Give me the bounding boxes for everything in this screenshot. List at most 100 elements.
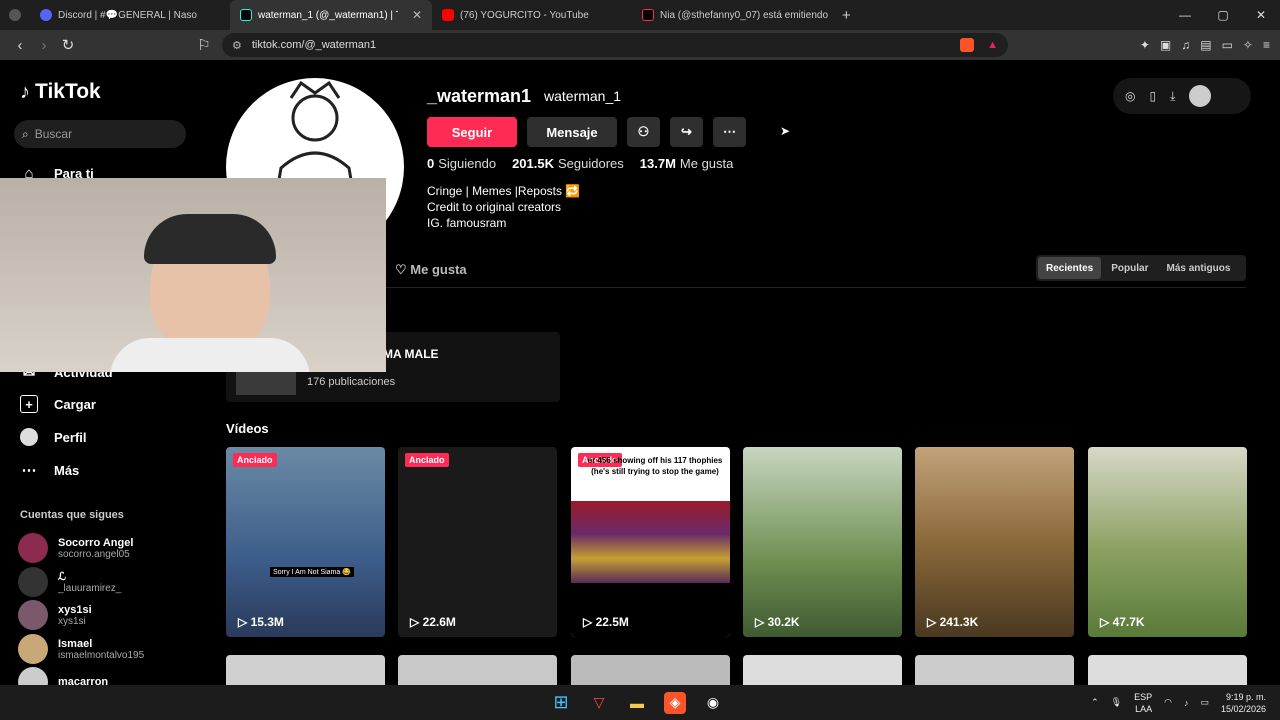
extensions-icon[interactable]: ✦ xyxy=(1140,38,1150,52)
nav-label: Cargar xyxy=(54,396,96,412)
file-explorer-icon[interactable]: ▬ xyxy=(626,692,648,714)
youtube-icon xyxy=(442,9,454,21)
language-indicator[interactable]: ESP LAA xyxy=(1134,691,1152,715)
avatar-icon xyxy=(20,428,38,446)
back-icon[interactable]: ‹ xyxy=(8,37,32,54)
compass-icon[interactable]: ◎ xyxy=(1125,89,1135,103)
more-options-button[interactable]: ⋯ xyxy=(713,117,746,147)
play-icon: ▷ xyxy=(583,615,593,629)
nav-more[interactable]: ⋯ Más xyxy=(20,461,80,479)
tab-tiktok[interactable]: waterman_1 (@_waterman1) | TikTok ✕ xyxy=(230,0,432,30)
video-card[interactable]: ▷ 47.7K xyxy=(1088,447,1247,637)
sidebar-toggle-icon[interactable]: ▤ xyxy=(1200,38,1211,52)
profile-display-name: waterman_1 xyxy=(544,88,622,104)
webcam-person-cap xyxy=(144,214,276,264)
nav-upload[interactable]: + Cargar xyxy=(20,395,96,413)
chevron-up-icon[interactable]: ⌃ xyxy=(1091,697,1099,708)
webcam-overlay xyxy=(0,178,386,372)
video-card[interactable] xyxy=(1088,655,1247,685)
url-text: tiktok.com/@_waterman1 xyxy=(251,39,377,51)
following-handle: ismaelmontalvo195 xyxy=(58,649,145,661)
sort-recent[interactable]: Recientes xyxy=(1038,257,1102,279)
close-window-button[interactable]: ✕ xyxy=(1242,8,1280,22)
account-avatar[interactable] xyxy=(1189,85,1212,107)
wifi-icon[interactable]: ◠ xyxy=(1164,697,1172,708)
following-stat[interactable]: 0 Siguiendo xyxy=(427,156,496,171)
tab-tiktok-live[interactable]: Nia (@sthefanny0_07) está emitiendo xyxy=(632,0,832,30)
nav-profile[interactable]: Perfil xyxy=(20,428,87,446)
tiktok-logo[interactable]: ♪ TikTok xyxy=(20,80,101,104)
video-thumbnail xyxy=(571,501,730,583)
forward-icon[interactable]: › xyxy=(32,37,56,54)
video-card[interactable] xyxy=(915,655,1074,685)
tiktok-icon xyxy=(240,9,252,21)
wallet-icon[interactable]: ▣ xyxy=(1160,38,1171,52)
url-bar[interactable]: ⚙ tiktok.com/@_waterman1 ▲ xyxy=(222,33,1008,57)
follow-button[interactable]: Seguir xyxy=(427,117,517,147)
video-card[interactable]: Anclado ▷ 22.6M xyxy=(398,447,557,637)
sort-toggle: Recientes Popular Más antiguos xyxy=(1036,255,1246,281)
video-card[interactable] xyxy=(226,655,385,685)
new-tab-button[interactable]: + xyxy=(832,0,861,30)
following-item[interactable]: xys1si xys1si xyxy=(18,600,92,630)
profile-stats: 0 Siguiendo 201.5K Seguidores 13.7M Me gust… xyxy=(427,156,733,171)
search-input[interactable]: ⌕ Buscar xyxy=(14,120,186,148)
following-item[interactable]: Ismael ismaelmontalvo195 xyxy=(18,634,144,664)
tab-label: waterman_1 (@_waterman1) | TikTok xyxy=(258,9,398,21)
video-card[interactable]: Anciado Sorry I Am Not Siama 😂 ▷ 15.3M xyxy=(226,447,385,637)
share-icon: ↪ xyxy=(681,124,692,139)
following-name: ℒ xyxy=(58,571,66,583)
tab-liked[interactable]: ♡ Me gusta xyxy=(395,262,467,278)
following-name: xys1si xyxy=(58,603,92,616)
brave-shield-icon[interactable] xyxy=(960,38,974,52)
discord-icon xyxy=(40,9,52,21)
share-button[interactable]: ↪ xyxy=(670,117,703,147)
brave-browser-icon[interactable]: ◈ xyxy=(664,691,686,714)
bio-line: Cringe | Memes |Reposts 🔁 xyxy=(427,184,581,198)
video-card[interactable] xyxy=(571,655,730,685)
tab-discord[interactable]: Discord | #💬GENERAL | Naso xyxy=(30,0,230,30)
reload-icon[interactable]: ↻ xyxy=(56,36,80,54)
video-card[interactable]: ▷ 241.3K xyxy=(915,447,1074,637)
more-icon: ⋯ xyxy=(21,462,37,479)
music-icon[interactable]: ♫ xyxy=(1181,38,1190,52)
site-info-icon[interactable]: ⚙ xyxy=(232,39,242,52)
video-card[interactable] xyxy=(743,655,902,685)
video-card[interactable] xyxy=(398,655,557,685)
menu-icon[interactable]: ≡ xyxy=(1263,38,1270,52)
wallet-card-icon[interactable]: ▭ xyxy=(1222,38,1233,52)
browser-menu-icon[interactable] xyxy=(0,0,30,30)
leo-ai-icon[interactable]: ✧ xyxy=(1243,38,1253,52)
video-card[interactable]: Anclado er 456 showing off his 117 thoph… xyxy=(571,447,730,637)
profile-bio: Cringe | Memes |Reposts 🔁 Credit to orig… xyxy=(427,183,580,231)
tab-youtube[interactable]: (76) YOGURCITO - YouTube xyxy=(432,0,632,30)
download-icon[interactable]: ⤓ xyxy=(1170,89,1175,104)
battery-icon[interactable]: ▭ xyxy=(1200,697,1209,708)
maximize-button[interactable]: ▢ xyxy=(1204,8,1242,22)
obs-icon[interactable]: ◉ xyxy=(702,692,724,714)
following-item[interactable]: ℒ _lauuramirez_ xyxy=(18,567,121,597)
clock[interactable]: 9:19 p. m. 15/02/2026 xyxy=(1221,691,1266,715)
tiktok-sidebar: ♪ TikTok ⌕ Buscar ⌂ Para ti ✉ Actividad … xyxy=(0,60,200,697)
windows-start-icon[interactable]: ⊞ xyxy=(550,692,572,714)
followers-stat[interactable]: 201.5K Seguidores xyxy=(512,156,624,171)
add-friend-button[interactable]: ⚇ xyxy=(627,117,660,147)
playlist-count: 176 publicaciones xyxy=(307,376,396,388)
following-handle: xys1si xyxy=(58,615,86,627)
following-item[interactable]: Socorro Angel socorro.angel05 xyxy=(18,533,133,563)
bookmark-icon[interactable]: ⚐ xyxy=(192,36,216,54)
video-caption: er 456 showing off his 117 thophies (he'… xyxy=(587,456,723,476)
volume-icon[interactable]: ♪ xyxy=(1184,698,1189,708)
message-button[interactable]: Mensaje xyxy=(527,117,617,147)
video-card[interactable]: ▷ 30.2K xyxy=(743,447,902,637)
valorant-icon[interactable]: ▽ xyxy=(588,692,610,714)
sort-oldest[interactable]: Más antiguos xyxy=(1158,257,1238,279)
play-icon: ▷ xyxy=(927,615,937,629)
phone-icon[interactable]: ▯ xyxy=(1149,89,1156,103)
play-icon: ▷ xyxy=(755,615,765,629)
microphone-icon[interactable]: 🎙 xyxy=(1111,697,1122,708)
close-tab-icon[interactable]: ✕ xyxy=(412,8,422,22)
brave-rewards-icon[interactable]: ▲ xyxy=(987,39,998,51)
sort-popular[interactable]: Popular xyxy=(1103,257,1156,279)
minimize-button[interactable]: — xyxy=(1166,8,1204,22)
